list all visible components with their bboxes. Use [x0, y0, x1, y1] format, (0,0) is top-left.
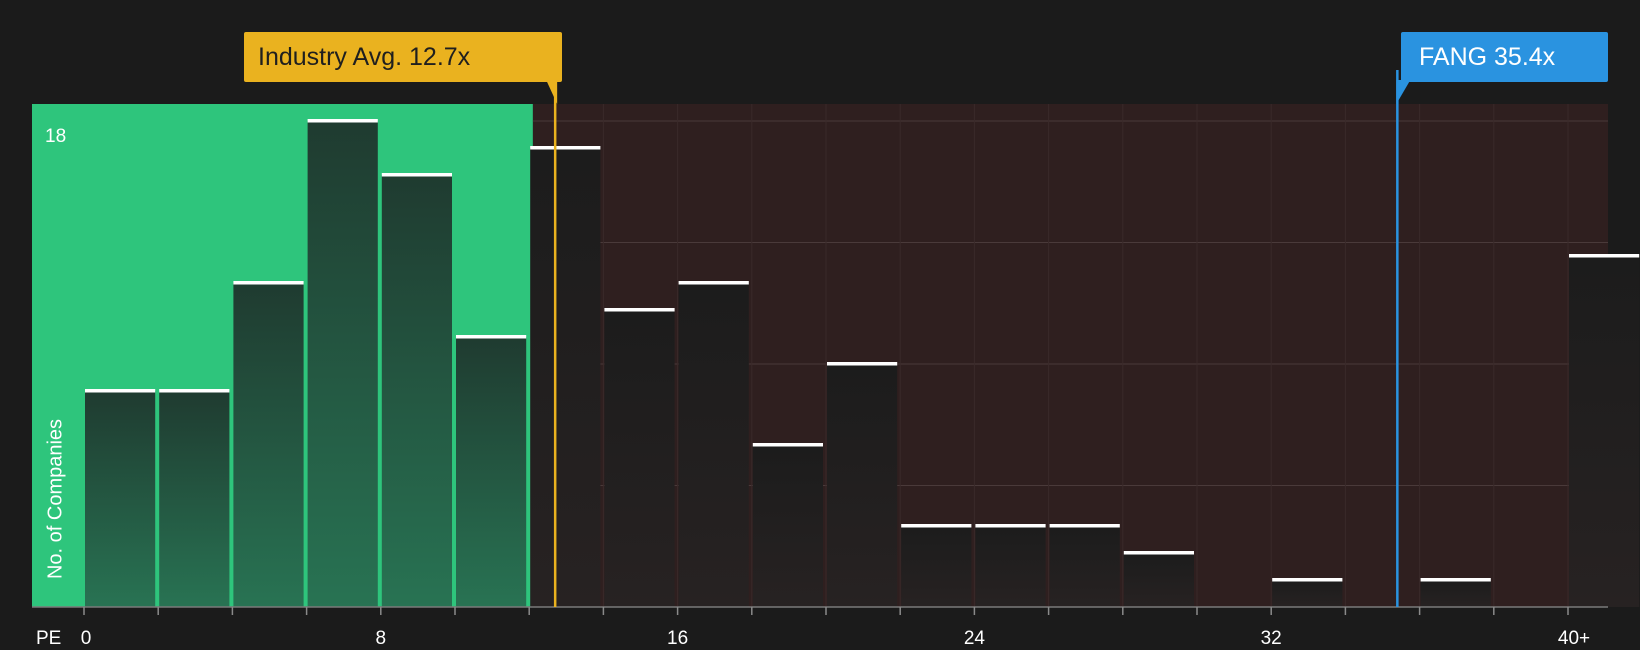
histogram-bar-cap: [1272, 578, 1343, 582]
histogram-bar-cap: [381, 173, 452, 177]
histogram-bar: [1420, 580, 1491, 607]
x-tick-label: 0: [80, 628, 92, 649]
histogram-bar-cap: [85, 389, 156, 393]
histogram-bar-cap: [530, 146, 601, 150]
y-axis-title: No. of Companies: [44, 418, 67, 580]
histogram-bar-cap: [307, 119, 378, 123]
histogram-bar: [159, 391, 230, 607]
histogram-bar: [752, 445, 823, 607]
pe-histogram-chart: [32, 70, 1640, 615]
histogram-bar-cap: [1420, 578, 1491, 582]
histogram-bar: [975, 526, 1046, 607]
company-pe-callout: FANG 35.4x: [1401, 32, 1608, 82]
histogram-bar-cap: [901, 524, 972, 528]
histogram-bar-cap: [456, 335, 527, 339]
y-tick-label-max: 18: [45, 126, 67, 147]
industry-average-callout: Industry Avg. 12.7x: [244, 32, 562, 82]
histogram-bar-cap: [678, 281, 749, 285]
x-axis-title: PE: [36, 628, 62, 649]
histogram-bar-cap: [827, 362, 898, 366]
histogram-bar: [85, 391, 156, 607]
histogram-bar: [604, 310, 675, 607]
histogram-bar-cap: [1049, 524, 1120, 528]
histogram-bar: [1272, 580, 1343, 607]
histogram-bar: [901, 526, 972, 607]
company-callout-pointer: [1396, 80, 1411, 104]
histogram-bar: [678, 283, 749, 607]
histogram-bar: [1049, 526, 1120, 607]
histogram-bar-cap: [1123, 551, 1194, 555]
histogram-bar: [827, 364, 898, 607]
histogram-bar-cap: [975, 524, 1046, 528]
x-tick-label: 24: [963, 628, 985, 649]
histogram-bar-cap: [233, 281, 304, 285]
histogram-bar: [1123, 553, 1194, 607]
x-tick-label: 40+: [1557, 628, 1591, 649]
x-tick-label: 16: [667, 628, 689, 649]
histogram-bar: [456, 337, 527, 607]
histogram-bar: [1569, 256, 1640, 607]
histogram-bar-cap: [159, 389, 230, 393]
x-tick-label: 8: [375, 628, 387, 649]
histogram-bar: [233, 283, 304, 607]
histogram-bar: [307, 121, 378, 607]
histogram-bar-cap: [1569, 254, 1640, 258]
histogram-bar: [381, 175, 452, 607]
x-tick-label: 32: [1260, 628, 1282, 649]
histogram-bar-cap: [604, 308, 675, 312]
histogram-bar-cap: [752, 443, 823, 447]
histogram-bar: [530, 148, 601, 607]
